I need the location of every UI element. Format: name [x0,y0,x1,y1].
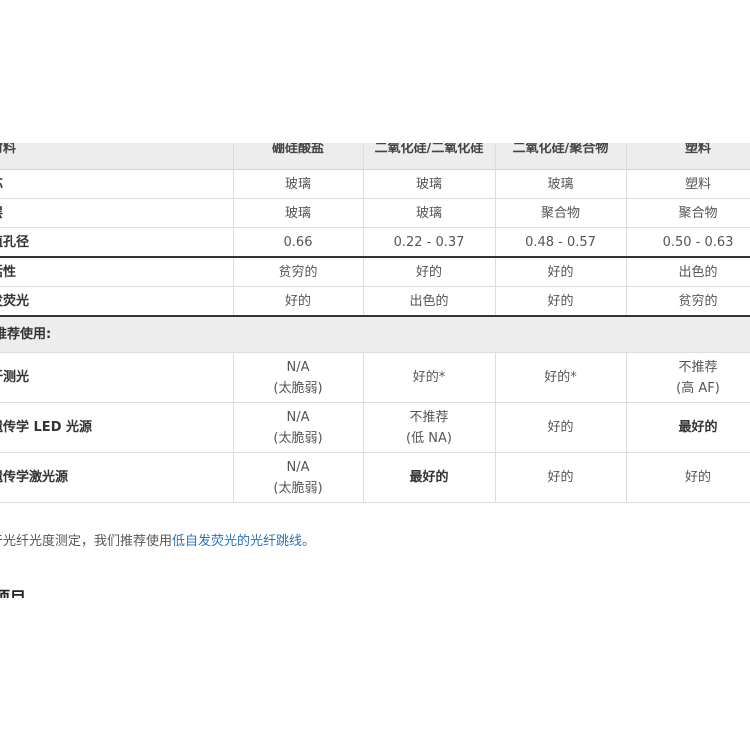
usage-cell: 好的 [495,402,627,453]
table-row: 层 玻璃 玻璃 聚合物 聚合物 [0,198,750,228]
usage-cell: N/A (太脆弱) [233,352,364,403]
row-label: 层 [0,203,3,224]
fiber-comparison-table-wrapper: 材料 硼硅酸盐 二氧化硅/二氧化硅 二氧化硅/聚合物 塑料 芯 玻璃 玻璃 玻璃… [0,143,750,503]
usage-note: (高 AF) [676,380,720,396]
usage-line: 好的 [547,470,574,485]
header-cell: 硼硅酸盐 [233,143,364,170]
table-cell: 玻璃 [495,169,627,199]
usage-cell: 最好的 [626,402,750,453]
usage-cell: 最好的 [363,452,496,503]
header-label: 二氧化硅/聚合物 [512,143,609,156]
row-label: 纤测光 [0,370,30,385]
table-row: 发荧光 好的 出色的 好的 贫穷的 [0,286,750,317]
section-row: 推荐使用: [0,315,750,353]
row-label: 芯 [0,174,3,195]
fiber-patch-cable-link[interactable]: 低自发荧光的光纤跳线 [172,534,302,549]
fiber-comparison-table: 材料 硼硅酸盐 二氧化硅/二氧化硅 二氧化硅/聚合物 塑料 芯 玻璃 玻璃 玻璃… [0,143,750,503]
table-cell: 好的 [363,257,496,287]
usage-line: 最好的 [678,420,718,435]
section-label: 推荐使用: [0,327,52,342]
header-cell: 二氧化硅/聚合物 [495,143,627,170]
usage-note: (太脆弱) [273,480,323,496]
table-header-row: 材料 硼硅酸盐 二氧化硅/二氧化硅 二氧化硅/聚合物 塑料 [0,143,750,170]
usage-line: 好的 [684,470,711,485]
table-cell: 贫穷的 [233,257,364,287]
usage-note: (低 NA) [406,430,452,446]
table-row: 值孔径 0.66 0.22 - 0.37 0.48 - 0.57 0.50 - … [0,227,750,258]
usage-row: 遗传学 LED 光源 N/A (太脆弱) 不推荐 (低 NA) 好的 最好的 [0,402,750,453]
section-label-cell: 推荐使用: [0,315,750,353]
footnote: 于光纤光度测定，我们推荐使用低自发荧光的光纤跳线。 [0,530,315,549]
usage-line: 最好的 [409,470,449,485]
usage-line: 好的 [547,420,574,435]
table-cell: 0.66 [233,227,364,258]
row-label: 遗传学激光源 [0,470,69,485]
table-cell: 0.22 - 0.37 [363,227,496,258]
table-cell: 出色的 [626,257,750,287]
header-cell: 材料 [0,143,234,170]
usage-cell: N/A (太脆弱) [233,402,364,453]
usage-line: N/A [286,409,310,425]
usage-row: 遗传学激光源 N/A (太脆弱) 最好的 好的 好的 [0,452,750,503]
usage-cell: 不推荐 (高 AF) [626,352,750,403]
usage-line: N/A [286,459,310,475]
header-cell: 塑料 [626,143,750,170]
header-label: 材料 [0,143,17,156]
usage-cell: 好的* [363,352,496,403]
table-row: 活性 贫穷的 好的 好的 出色的 [0,257,750,287]
footnote-end: 。 [302,534,316,549]
row-label: 活性 [0,264,17,280]
row-label: 值孔径 [0,234,30,250]
table-cell: 塑料 [626,169,750,199]
header-label: 塑料 [684,143,711,156]
table-cell: 贫穷的 [626,286,750,317]
row-label: 发荧光 [0,293,30,309]
table-cell: 0.48 - 0.57 [495,227,627,258]
table-cell: 玻璃 [363,198,496,228]
table-cell: 聚合物 [495,198,627,228]
footnote-text: 于光纤光度测定，我们推荐使用 [0,534,173,549]
table-cell: 好的 [495,257,627,287]
table-cell: 好的 [495,286,627,317]
row-label-cell: 遗传学 LED 光源 [0,402,234,453]
usage-cell: 好的* [495,352,627,403]
row-label-cell: 值孔径 [0,227,234,258]
table-cell: 玻璃 [233,169,364,199]
row-label-cell: 芯 [0,169,234,199]
usage-line: 好的* [544,370,577,385]
table-cell: 0.50 - 0.63 [626,227,750,258]
usage-line: 不推荐 [678,359,718,375]
row-label-cell: 层 [0,198,234,228]
usage-cell: N/A (太脆弱) [233,452,364,503]
usage-line: N/A [286,359,310,375]
usage-cell: 好的 [495,452,627,503]
table-cell: 玻璃 [363,169,496,199]
usage-row: 纤测光 N/A (太脆弱) 好的* 好的* 不推荐 (高 AF) [0,352,750,403]
table-row: 芯 玻璃 玻璃 玻璃 塑料 [0,169,750,199]
header-label: 硼硅酸盐 [271,143,324,156]
usage-line: 好的* [412,370,446,385]
usage-cell: 好的 [626,452,750,503]
table-cell: 聚合物 [626,198,750,228]
row-label-cell: 发荧光 [0,286,234,317]
row-label: 遗传学 LED 光源 [0,420,93,435]
usage-line: 不推荐 [409,409,449,425]
row-label-cell: 纤测光 [0,352,234,403]
table-cell: 出色的 [363,286,496,317]
row-label-cell: 活性 [0,257,234,287]
usage-note: (太脆弱) [273,430,323,446]
header-cell: 二氧化硅/二氧化硅 [363,143,496,170]
table-cell: 玻璃 [233,198,364,228]
section-heading: 项目 [0,588,27,598]
usage-note: (太脆弱) [273,380,323,396]
header-label: 二氧化硅/二氧化硅 [374,143,484,156]
row-label-cell: 遗传学激光源 [0,452,234,503]
usage-cell: 不推荐 (低 NA) [363,402,496,453]
table-cell: 好的 [233,286,364,317]
page: 材料 硼硅酸盐 二氧化硅/二氧化硅 二氧化硅/聚合物 塑料 芯 玻璃 玻璃 玻璃… [0,0,750,750]
